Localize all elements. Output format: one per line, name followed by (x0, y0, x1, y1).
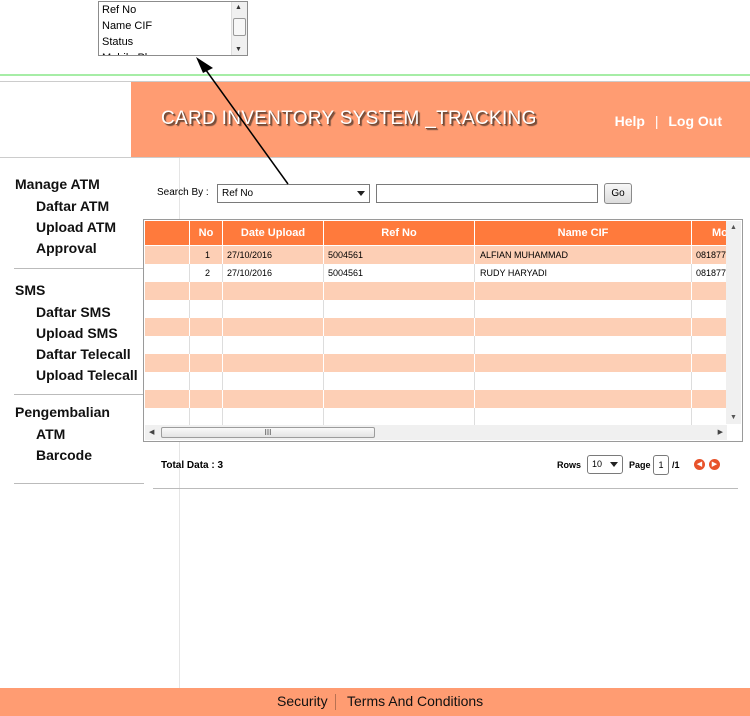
logout-link[interactable]: Log Out (668, 113, 722, 129)
sidebar-item-upload-sms[interactable]: Upload SMS (36, 325, 118, 341)
footer: Security Terms And Conditions (0, 688, 750, 716)
grid-horizontal-scrollbar[interactable]: ◀ III ▶ (145, 425, 727, 440)
dropdown-scrollbar[interactable]: ▲ ▼ (231, 2, 247, 55)
column-header-date-upload[interactable]: Date Upload (223, 221, 324, 245)
rows-per-page-value: 10 (592, 459, 603, 469)
search-by-dropdown-list[interactable]: Ref No Name CIF Status Mobile Phone ▲ ▼ (98, 1, 248, 56)
sidebar-item-upload-telecall[interactable]: Upload Telecall (36, 367, 138, 383)
column-header-select[interactable] (145, 221, 190, 245)
sidebar-item-barcode[interactable]: Barcode (36, 447, 92, 463)
row-name-cell: ALFIAN MUHAMMAD (475, 246, 692, 264)
grid-vertical-scrollbar[interactable]: ▲ ▼ (726, 221, 741, 424)
row-date-cell: 27/10/2016 (223, 246, 324, 264)
empty-row (145, 300, 727, 318)
row-select-cell[interactable] (145, 264, 190, 282)
header-links: Help | Log Out (615, 113, 722, 129)
dropdown-option-name-cif[interactable]: Name CIF (99, 18, 247, 34)
top-divider (0, 74, 750, 76)
chevron-down-icon (357, 191, 365, 196)
row-name-cell: RUDY HARYADI (475, 264, 692, 282)
total-data-label: Total Data : 3 (161, 460, 224, 471)
sidebar-item-daftar-sms[interactable]: Daftar SMS (36, 304, 111, 320)
empty-row (145, 336, 727, 354)
header: CARD INVENTORY SYSTEM _TRACKING Help | L… (0, 81, 750, 158)
go-button[interactable]: Go (604, 183, 632, 204)
scroll-down-icon[interactable]: ▼ (235, 46, 242, 53)
sidebar-section-manage-atm: Manage ATM (15, 176, 100, 192)
terms-link[interactable]: Terms And Conditions (347, 693, 483, 709)
security-link[interactable]: Security (277, 693, 328, 709)
empty-row (145, 354, 727, 372)
footer-separator (335, 694, 336, 710)
row-no-cell: 1 (190, 246, 223, 264)
content-divider (153, 488, 738, 489)
table-row[interactable]: 2 27/10/2016 5004561 RUDY HARYADI 081877 (145, 264, 727, 282)
sidebar-section-sms: SMS (15, 282, 46, 298)
search-by-selected-value: Ref No (222, 188, 254, 199)
scroll-right-icon[interactable]: ▶ (718, 428, 723, 436)
scrollbar-thumb[interactable] (233, 18, 246, 36)
next-page-icon[interactable]: ▶ (709, 459, 720, 470)
search-by-select[interactable]: Ref No (217, 184, 370, 203)
dropdown-option-status[interactable]: Status (99, 34, 247, 50)
app-title: CARD INVENTORY SYSTEM _TRACKING (161, 108, 537, 129)
scroll-left-icon[interactable]: ◀ (149, 428, 154, 436)
help-link[interactable]: Help (615, 113, 645, 129)
rows-per-page-select[interactable]: 10 (587, 455, 623, 474)
sidebar-divider (14, 394, 144, 395)
row-select-cell[interactable] (145, 246, 190, 264)
sidebar-item-daftar-telecall[interactable]: Daftar Telecall (36, 346, 131, 362)
sidebar-item-approval[interactable]: Approval (36, 240, 97, 256)
table-row[interactable]: 1 27/10/2016 5004561 ALFIAN MUHAMMAD 081… (145, 246, 727, 264)
row-refno-cell: 5004561 (324, 264, 475, 282)
logo-area (0, 82, 130, 157)
data-grid: No Date Upload Ref No Name CIF Mo 1 27/1… (143, 219, 743, 442)
sidebar-item-atm[interactable]: ATM (36, 426, 65, 442)
sidebar-divider (14, 483, 144, 484)
prev-page-icon[interactable]: ◀ (694, 459, 705, 470)
empty-row (145, 318, 727, 336)
grid-header: No Date Upload Ref No Name CIF Mo (145, 221, 728, 245)
chevron-down-icon (610, 462, 618, 467)
empty-row (145, 282, 727, 300)
search-by-label: Search By : (157, 187, 209, 198)
arrow-head (196, 57, 213, 73)
row-no-cell: 2 (190, 264, 223, 282)
row-refno-cell: 5004561 (324, 246, 475, 264)
column-header-name-cif[interactable]: Name CIF (475, 221, 692, 245)
empty-row (145, 408, 727, 426)
scrollbar-thumb[interactable]: III (161, 427, 375, 438)
page-label: Page (629, 460, 651, 470)
column-header-no[interactable]: No (190, 221, 223, 245)
rows-label: Rows (557, 460, 582, 470)
header-banner: CARD INVENTORY SYSTEM _TRACKING Help | L… (131, 82, 750, 157)
sidebar-section-pengembalian: Pengembalian (15, 404, 110, 420)
column-header-ref-no[interactable]: Ref No (324, 221, 475, 245)
dropdown-option-ref-no[interactable]: Ref No (99, 2, 247, 18)
row-date-cell: 27/10/2016 (223, 264, 324, 282)
scroll-up-icon[interactable]: ▲ (235, 4, 242, 11)
sidebar-item-upload-atm[interactable]: Upload ATM (36, 219, 116, 235)
sidebar-divider (14, 268, 144, 269)
empty-row (145, 372, 727, 390)
header-link-separator: | (654, 113, 659, 129)
dropdown-option-mobile-phone[interactable]: Mobile Phone (99, 50, 247, 55)
page-total-label: /1 (672, 460, 680, 470)
page-number-input[interactable]: 1 (653, 455, 669, 475)
scroll-up-icon[interactable]: ▲ (730, 224, 737, 231)
search-input[interactable] (376, 184, 598, 203)
scroll-down-icon[interactable]: ▼ (730, 414, 737, 421)
empty-row (145, 390, 727, 408)
sidebar-item-daftar-atm[interactable]: Daftar ATM (36, 198, 109, 214)
